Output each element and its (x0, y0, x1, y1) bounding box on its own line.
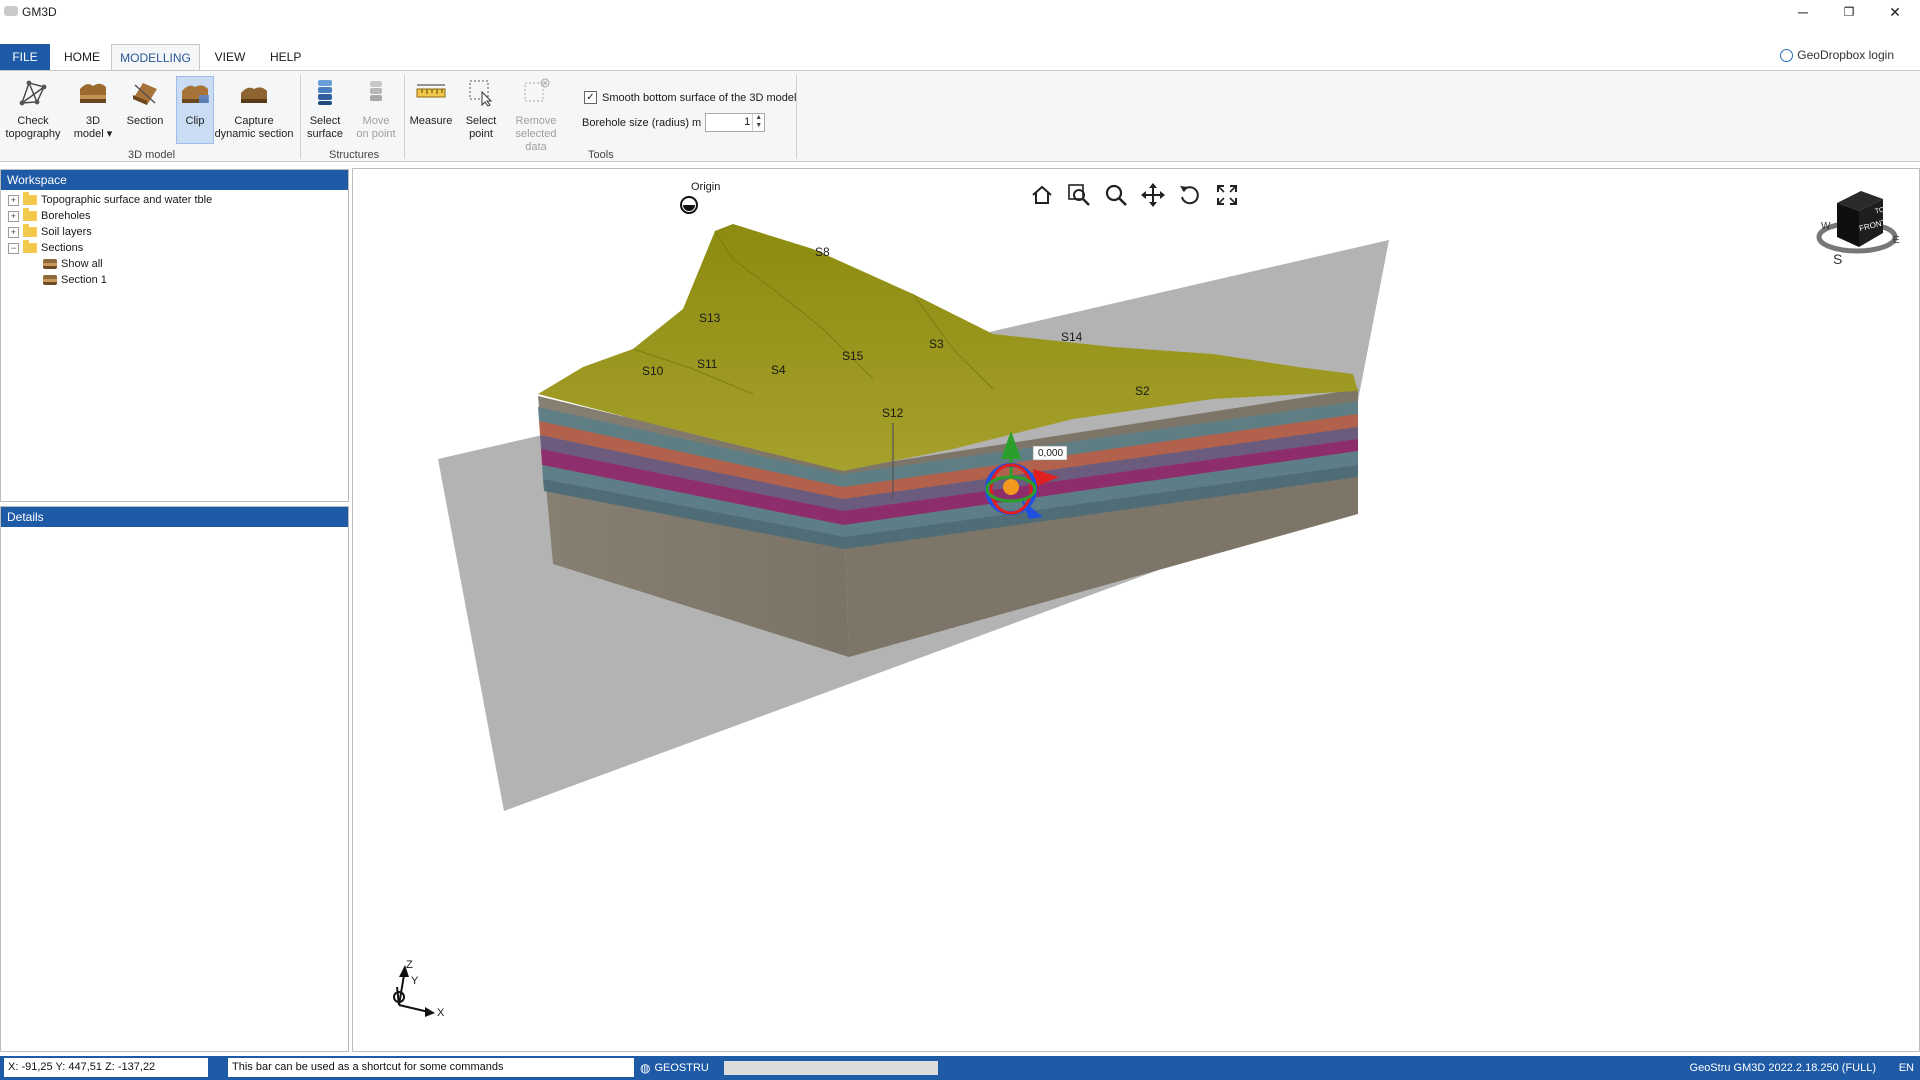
group-divider (300, 75, 301, 159)
axis-z-label: Z (406, 959, 413, 971)
tree-item-show-all[interactable]: Show all (43, 256, 103, 272)
expand-icon[interactable]: + (8, 210, 19, 222)
borehole-size-stepper[interactable]: 1 ▲ ▼ (705, 113, 766, 132)
user-icon (1780, 48, 1794, 62)
3d-scene (393, 191, 1898, 1017)
collapse-icon[interactable]: − (8, 242, 19, 254)
terrain-block-icon (80, 83, 106, 103)
cursor-coordinates: X: -91,25 Y: 447,51 Z: -137,22 (4, 1058, 208, 1077)
borehole-label[interactable]: S11 (697, 357, 717, 371)
ribbon: Check topography 3D model ▾ Section Clip (0, 70, 1920, 162)
workspace-header: Workspace (1, 170, 348, 190)
axis-y-label: Y (411, 975, 419, 987)
ruler-icon (416, 84, 446, 98)
origin-label: Origin (691, 181, 721, 193)
borehole-size-label: Borehole size (radius) m (582, 116, 702, 129)
borehole-label[interactable]: S3 (929, 337, 944, 351)
axes-indicator (393, 965, 435, 1017)
measure-button[interactable]: Measure (408, 77, 454, 128)
folder-icon (23, 192, 37, 205)
smooth-bottom-checkbox-row[interactable]: ✓ Smooth bottom surface of the 3D model (584, 91, 796, 104)
tab-view[interactable]: VIEW (206, 44, 254, 70)
app-icon (4, 6, 18, 16)
borehole-label[interactable]: S14 (1061, 330, 1082, 344)
geodropbox-login[interactable]: GeoDropbox login (1780, 48, 1894, 62)
details-panel: Details (0, 506, 349, 1052)
clip-button[interactable]: Clip (176, 76, 214, 144)
tree-item-boreholes[interactable]: + Boreholes (8, 208, 91, 224)
expand-icon[interactable]: + (8, 226, 19, 238)
restore-button[interactable]: ❐ (1826, 0, 1872, 24)
details-header: Details (1, 507, 348, 527)
borehole-label[interactable]: S10 (642, 364, 663, 378)
tab-home[interactable]: HOME (56, 44, 106, 70)
tab-file[interactable]: FILE (0, 44, 50, 70)
folder-icon (23, 224, 37, 237)
tree-item-topography[interactable]: + Topographic surface and water tble (8, 192, 212, 208)
open-folder-icon (23, 240, 37, 253)
clip-icon (182, 85, 209, 103)
3d-model-button[interactable]: 3D model ▾ (70, 77, 116, 141)
version-label: GeoStru GM3D 2022.2.18.250 (FULL) (1689, 1062, 1876, 1074)
borehole-label[interactable]: S12 (882, 406, 903, 420)
compass-s: S (1833, 251, 1843, 267)
compass-w: W (1821, 221, 1831, 232)
3d-viewport[interactable]: Origin 0,000 S8 S13 S14 S3 S15 S11 S10 S… (352, 168, 1920, 1052)
select-point-icon (469, 80, 493, 107)
status-bar: X: -91,25 Y: 447,51 Z: -137,22 This bar … (0, 1056, 1920, 1080)
borehole-label[interactable]: S15 (842, 349, 863, 363)
folder-icon (23, 208, 37, 221)
tree-item-soil-layers[interactable]: + Soil layers (8, 224, 92, 240)
select-surface-button[interactable]: Select surface (304, 77, 346, 141)
dynamic-section-icon (241, 87, 267, 103)
move-on-point-button[interactable]: Move on point (352, 77, 400, 141)
geostru-link[interactable]: ◍ GEOSTRU (640, 1056, 709, 1080)
login-label: GeoDropbox login (1797, 48, 1894, 62)
borehole-label[interactable]: S13 (699, 311, 720, 325)
layers-stack-icon (318, 80, 332, 105)
remove-selection-icon (524, 78, 550, 102)
select-point-button[interactable]: Select point (460, 77, 502, 141)
title-bar: GM3D ─ ❐ ✕ (0, 0, 1920, 24)
minimize-button[interactable]: ─ (1780, 0, 1826, 24)
smooth-bottom-checkbox[interactable]: ✓ (584, 91, 597, 104)
workspace-panel: Workspace + Topographic surface and wate… (0, 169, 349, 502)
section-button[interactable]: Section (122, 77, 168, 128)
stepper-arrows[interactable]: ▲ ▼ (752, 114, 764, 131)
section-layer-icon (43, 259, 57, 269)
borehole-label[interactable]: S8 (815, 245, 830, 259)
layers-stack-disabled-icon (370, 81, 382, 101)
smooth-bottom-label: Smooth bottom surface of the 3D model (602, 91, 797, 104)
section-icon (133, 83, 157, 105)
menu-bar: FILE HOME MODELLING VIEW HELP (0, 44, 1920, 71)
borehole-label[interactable]: S4 (771, 363, 786, 377)
borehole-label[interactable]: S2 (1135, 384, 1150, 398)
window-title: GM3D (22, 5, 57, 19)
tab-modelling[interactable]: MODELLING (111, 44, 200, 71)
tree-item-sections[interactable]: − Sections (8, 240, 83, 256)
axis-x-label: X (437, 1007, 445, 1019)
group-3d-model: 3D model (128, 149, 176, 161)
section-layer-icon (43, 275, 57, 285)
capture-dynamic-section-button[interactable]: Capture dynamic section (214, 77, 294, 141)
globe-icon: ◍ (640, 1061, 651, 1075)
tree-item-section-1[interactable]: Section 1 (43, 272, 107, 288)
compass-e: E (1893, 235, 1900, 246)
language-indicator[interactable]: EN (1899, 1056, 1914, 1080)
tab-help[interactable]: HELP (262, 44, 308, 70)
group-tools: Tools (588, 149, 614, 161)
borehole-size-value: 1 (744, 116, 751, 128)
progress-bar (724, 1061, 938, 1075)
check-topography-button[interactable]: Check topography (4, 77, 62, 141)
remove-selected-data-button[interactable]: Remove selected data (504, 77, 568, 154)
network-icon (19, 80, 47, 106)
borehole-size-row: Borehole size (radius) m 1 ▲ ▼ (582, 113, 766, 132)
expand-icon[interactable]: + (8, 194, 19, 206)
group-divider (404, 75, 405, 159)
gizmo-value: 0,000 (1038, 448, 1064, 459)
close-button[interactable]: ✕ (1872, 0, 1918, 24)
group-structures: Structures (329, 149, 380, 161)
group-divider (796, 75, 797, 159)
command-bar[interactable]: This bar can be used as a shortcut for s… (228, 1058, 634, 1077)
